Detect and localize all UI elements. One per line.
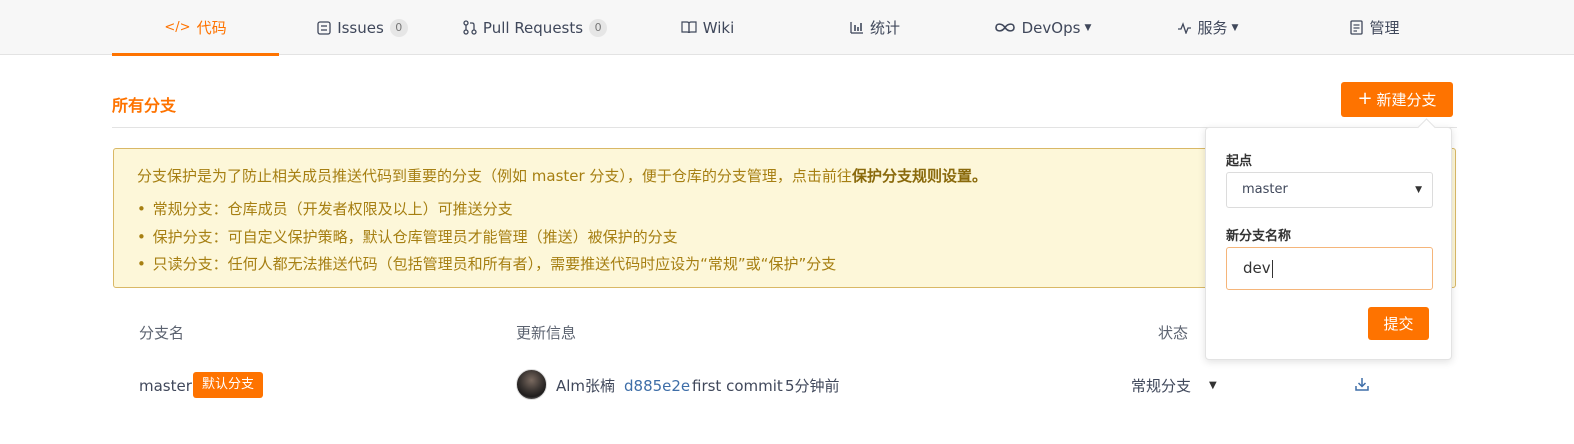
new-branch-label: 新建分支 [1376,91,1437,109]
tab-services[interactable]: 服务 ▼ [1160,0,1255,55]
tab-code[interactable]: </> 代码 [112,0,279,56]
caret-down-icon: ▼ [1231,22,1239,33]
column-header-name: 分支名 [139,324,185,342]
new-branch-popover: 起点 master ▼ 新分支名称 dev 提交 [1205,127,1452,360]
caret-down-icon: ▼ [1415,185,1422,195]
commit-time: 5分钟前 [785,377,840,395]
tab-label: 服务 [1197,19,1228,37]
origin-select-value: master [1242,182,1288,197]
caret-down-icon: ▼ [1084,22,1092,33]
commit-author[interactable]: Alm张楠 [556,376,615,396]
download-icon[interactable] [1354,376,1370,392]
code-icon: </> [164,20,191,35]
pr-count-badge: 0 [589,18,608,37]
infinity-icon [994,22,1016,33]
notice-list: 常规分支：仓库成员（开发者权限及以上）可推送分支 保护分支：可自定义保护策略，默… [137,199,837,282]
default-branch-badge: 默认分支 [193,372,264,398]
bar-chart-icon [850,21,864,34]
branch-name-input-value: dev [1243,259,1271,277]
origin-label: 起点 [1226,154,1253,169]
tab-label: 代码 [196,19,227,37]
notice-item: 常规分支：仓库成员（开发者权限及以上）可推送分支 [137,199,836,227]
tab-wiki[interactable]: Wiki [660,0,755,55]
tab-pull-requests[interactable]: Pull Requests 0 [450,0,620,55]
pull-request-icon [463,20,477,35]
notice-intro: 分支保护是为了防止相关成员推送代码到重要的分支（例如 master 分支），便于… [137,165,987,186]
page-title: 所有分支 [112,96,177,115]
avatar[interactable] [516,369,547,400]
tab-label: 统计 [869,19,900,37]
issues-count-badge: 0 [389,18,408,37]
tab-label: DevOps [1021,18,1081,37]
branch-status-select[interactable]: 常规分支 ▼ [1131,376,1217,396]
branch-name-label: 新分支名称 [1226,229,1292,244]
submit-button[interactable]: 提交 [1368,307,1429,340]
document-icon [1350,20,1364,35]
tab-issues[interactable]: Issues 0 [290,0,435,55]
text-cursor [1271,259,1273,278]
commit-sha-link[interactable]: d885e2e [624,376,690,396]
caret-down-icon: ▼ [1209,380,1217,391]
tab-label: Wiki [702,18,735,37]
commit-message: first commit [692,377,783,395]
book-icon [681,21,697,34]
issues-icon [317,20,331,35]
pulse-icon [1177,21,1192,34]
column-header-update: 更新信息 [516,324,577,342]
tab-label: Issues [337,18,384,37]
tab-manage[interactable]: 管理 [1335,0,1415,55]
origin-select[interactable]: master ▼ [1226,172,1433,208]
tab-devops[interactable]: DevOps ▼ [985,0,1100,55]
tab-label: Pull Requests [482,18,584,37]
column-header-status: 状态 [1158,324,1189,342]
protect-rules-link[interactable]: 保护分支规则设置。 [852,167,987,185]
top-nav: </> 代码 Issues 0 Pull Requests 0 Wiki 统计 … [0,0,1574,56]
branch-name-link[interactable]: master [139,376,192,396]
notice-intro-text: 分支保护是为了防止相关成员推送代码到重要的分支（例如 master 分支），便于… [137,167,852,185]
plus-icon: + [1357,87,1373,109]
tab-label: 管理 [1369,19,1400,37]
notice-item: 只读分支：任何人都无法推送代码（包括管理员和所有者），需要推送代码时应设为“常规… [137,254,837,282]
branch-status-value: 常规分支 [1131,377,1192,395]
notice-item: 保护分支：可自定义保护策略，默认仓库管理员才能管理（推送）被保护的分支 [137,227,836,255]
branch-name-input[interactable]: dev [1226,247,1433,290]
tab-stats[interactable]: 统计 [830,0,920,55]
new-branch-button[interactable]: + 新建分支 [1341,82,1453,117]
